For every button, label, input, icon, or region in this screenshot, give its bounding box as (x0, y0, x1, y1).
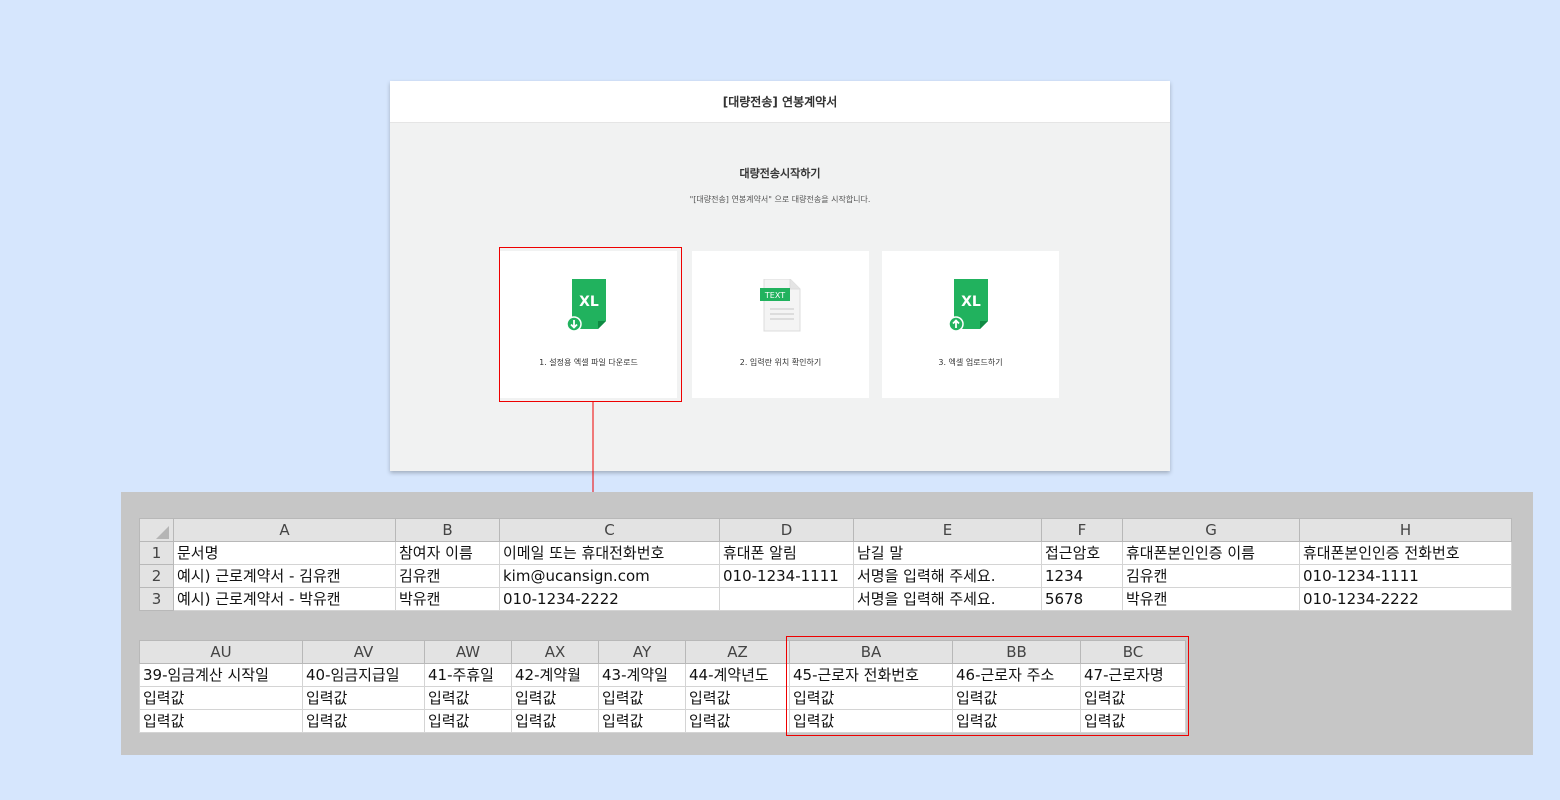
column-header[interactable]: BA (789, 640, 953, 664)
cell[interactable]: 010-1234-1111 (719, 564, 854, 588)
cell[interactable]: 문서명 (173, 541, 396, 565)
column-header[interactable]: AW (424, 640, 512, 664)
cell[interactable] (719, 587, 854, 611)
cell[interactable]: 박유캔 (1122, 587, 1300, 611)
excel-preview-area: A B C D E F G H 1 문서명 참여자 이름 이메일 또는 휴대전화… (121, 492, 1533, 755)
cell[interactable]: 입력값 (685, 686, 790, 710)
cell[interactable]: 입력값 (511, 709, 599, 733)
column-header[interactable]: AZ (685, 640, 790, 664)
cell[interactable]: 입력값 (952, 709, 1081, 733)
check-input-position-card[interactable]: TEXT 2. 입력란 위치 확인하기 (692, 251, 869, 398)
cell[interactable]: 서명을 입력해 주세요. (853, 587, 1042, 611)
cell[interactable]: 010-1234-2222 (1299, 587, 1512, 611)
cell[interactable]: 입력값 (1080, 709, 1186, 733)
row-header[interactable]: 3 (139, 587, 174, 611)
table-row: 1 문서명 참여자 이름 이메일 또는 휴대전화번호 휴대폰 알림 남길 말 접… (139, 541, 1512, 565)
download-excel-card[interactable]: XL 1. 설정용 엑셀 파일 다운로드 (500, 251, 677, 398)
card-badge: XL (579, 294, 599, 310)
cell[interactable]: 41-주휴일 (424, 663, 512, 687)
column-header[interactable]: D (719, 518, 854, 542)
column-header[interactable]: AU (139, 640, 303, 664)
cell[interactable]: 입력값 (789, 709, 953, 733)
column-header[interactable]: E (853, 518, 1042, 542)
cell[interactable]: 입력값 (598, 686, 686, 710)
column-header[interactable]: AY (598, 640, 686, 664)
panel-title: [대량전송] 연봉계약서 (390, 81, 1170, 123)
cell[interactable]: 입력값 (139, 709, 303, 733)
cell[interactable]: 입력값 (139, 686, 303, 710)
cell[interactable]: 입력값 (952, 686, 1081, 710)
start-description: "[대량전송] 연봉계약서" 으로 대량전송을 시작합니다. (689, 195, 871, 204)
column-header[interactable]: B (395, 518, 500, 542)
card-label: 3. 엑셀 업로드하기 (938, 358, 1003, 367)
cell[interactable]: 참여자 이름 (395, 541, 500, 565)
cell[interactable]: 휴대폰본인인증 전화번호 (1299, 541, 1512, 565)
cell[interactable]: 46-근로자 주소 (952, 663, 1081, 687)
cell[interactable]: 43-계약일 (598, 663, 686, 687)
cell[interactable]: 접근암호 (1041, 541, 1123, 565)
row-header[interactable]: 1 (139, 541, 174, 565)
column-header[interactable]: AV (302, 640, 425, 664)
column-header[interactable]: G (1122, 518, 1300, 542)
column-header[interactable]: C (499, 518, 720, 542)
spreadsheet-bottom: AU AV AW AX AY AZ BA BB BC 39-임금계산 시작일 4… (139, 640, 1186, 733)
spreadsheet-top: A B C D E F G H 1 문서명 참여자 이름 이메일 또는 휴대전화… (139, 518, 1512, 611)
column-header[interactable]: BB (952, 640, 1081, 664)
column-header[interactable]: H (1299, 518, 1512, 542)
column-header[interactable]: BC (1080, 640, 1186, 664)
card-badge: TEXT (764, 291, 785, 300)
cell[interactable]: kim@ucansign.com (499, 564, 720, 588)
table-row: 입력값 입력값 입력값 입력값 입력값 입력값 입력값 입력값 입력값 (139, 709, 1186, 733)
select-all-corner[interactable] (139, 518, 174, 542)
excel-upload-icon: XL (948, 279, 988, 332)
cell[interactable]: 휴대폰 알림 (719, 541, 854, 565)
cell[interactable]: 40-임금지급일 (302, 663, 425, 687)
text-file-icon: TEXT (760, 279, 801, 332)
cell[interactable]: 입력값 (1080, 686, 1186, 710)
card-label: 2. 입력란 위치 확인하기 (739, 358, 822, 367)
cell[interactable]: 입력값 (598, 709, 686, 733)
cell[interactable]: 42-계약월 (511, 663, 599, 687)
cell[interactable]: 입력값 (789, 686, 953, 710)
cell[interactable]: 44-계약년도 (685, 663, 790, 687)
cell[interactable]: 010-1234-1111 (1299, 564, 1512, 588)
cell[interactable]: 1234 (1041, 564, 1123, 588)
select-all-icon (156, 526, 169, 539)
cell[interactable]: 45-근로자 전화번호 (789, 663, 953, 687)
cell[interactable]: 입력값 (511, 686, 599, 710)
cell[interactable]: 5678 (1041, 587, 1123, 611)
column-header[interactable]: F (1041, 518, 1123, 542)
table-row: 입력값 입력값 입력값 입력값 입력값 입력값 입력값 입력값 입력값 (139, 686, 1186, 710)
cell[interactable]: 남길 말 (853, 541, 1042, 565)
upload-excel-card[interactable]: XL 3. 엑셀 업로드하기 (882, 251, 1059, 398)
bulk-send-panel: [대량전송] 연봉계약서 대량전송시작하기 "[대량전송] 연봉계약서" 으로 … (390, 81, 1170, 471)
cell[interactable]: 010-1234-2222 (499, 587, 720, 611)
cell[interactable]: 39-임금계산 시작일 (139, 663, 303, 687)
table-row: 39-임금계산 시작일 40-임금지급일 41-주휴일 42-계약월 43-계약… (139, 663, 1186, 687)
table-row: 3 예시) 근로계약서 - 박유캔 박유캔 010-1234-2222 서명을 … (139, 587, 1512, 611)
column-header[interactable]: A (173, 518, 396, 542)
row-header[interactable]: 2 (139, 564, 174, 588)
excel-download-icon: XL (566, 279, 606, 332)
column-header[interactable]: AX (511, 640, 599, 664)
cell[interactable]: 입력값 (424, 709, 512, 733)
cell[interactable]: 입력값 (685, 709, 790, 733)
cell[interactable]: 김유캔 (1122, 564, 1300, 588)
cell[interactable]: 입력값 (424, 686, 512, 710)
cell[interactable]: 서명을 입력해 주세요. (853, 564, 1042, 588)
table-row: 2 예시) 근로계약서 - 김유캔 김유캔 kim@ucansign.com 0… (139, 564, 1512, 588)
card-badge: XL (961, 294, 981, 310)
cell[interactable]: 김유캔 (395, 564, 500, 588)
cell[interactable]: 이메일 또는 휴대전화번호 (499, 541, 720, 565)
cell[interactable]: 입력값 (302, 686, 425, 710)
card-label: 1. 설정용 엑셀 파일 다운로드 (539, 358, 638, 367)
start-title: 대량전송시작하기 (739, 167, 821, 180)
cell[interactable]: 예시) 근로계약서 - 김유캔 (173, 564, 396, 588)
cell[interactable]: 입력값 (302, 709, 425, 733)
cell[interactable]: 47-근로자명 (1080, 663, 1186, 687)
cell[interactable]: 예시) 근로계약서 - 박유캔 (173, 587, 396, 611)
cell[interactable]: 박유캔 (395, 587, 500, 611)
cell[interactable]: 휴대폰본인인증 이름 (1122, 541, 1300, 565)
